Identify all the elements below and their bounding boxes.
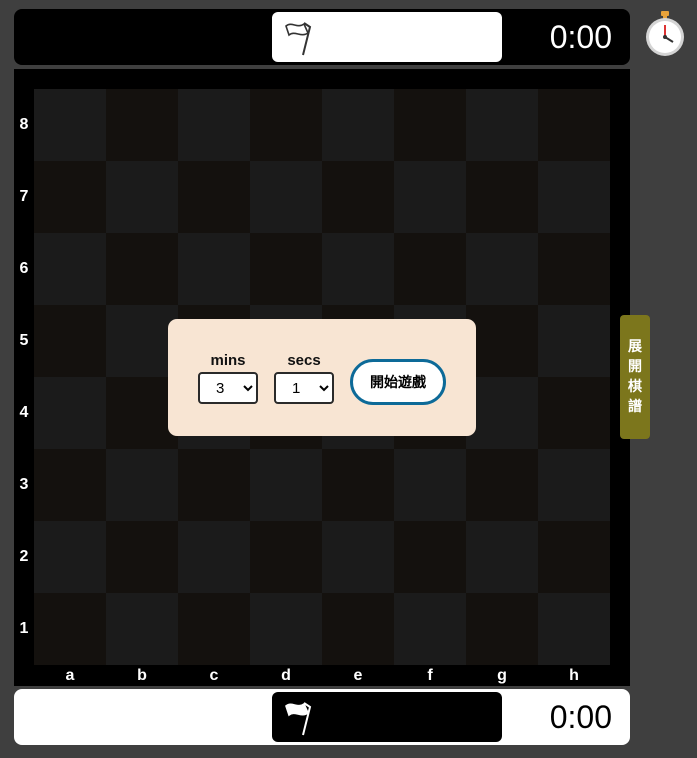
secs-label: secs xyxy=(287,352,321,369)
flag-icon[interactable] xyxy=(282,697,322,737)
board-square[interactable] xyxy=(538,521,610,593)
board-square[interactable] xyxy=(322,233,394,305)
board-square[interactable] xyxy=(538,305,610,377)
board-square[interactable] xyxy=(466,305,538,377)
mins-label: mins xyxy=(210,352,246,369)
mins-field: mins 3 xyxy=(198,353,258,404)
board-square[interactable] xyxy=(394,89,466,161)
board-square[interactable] xyxy=(538,449,610,521)
board-square[interactable] xyxy=(250,89,322,161)
board-square[interactable] xyxy=(178,449,250,521)
board-square[interactable] xyxy=(466,161,538,233)
bottom-clock: 0:00 xyxy=(549,699,612,735)
board-square[interactable] xyxy=(178,161,250,233)
board-square[interactable] xyxy=(466,89,538,161)
tab-char: 譜 xyxy=(628,399,642,415)
rank-label: 2 xyxy=(19,548,29,565)
board-square[interactable] xyxy=(178,521,250,593)
top-player-bar: 0:00 xyxy=(14,9,630,65)
start-game-button[interactable]: 開始遊戲 xyxy=(350,359,446,405)
board-square[interactable] xyxy=(322,89,394,161)
board-square[interactable] xyxy=(538,89,610,161)
board-square[interactable] xyxy=(322,521,394,593)
board-square[interactable] xyxy=(394,161,466,233)
file-label: b xyxy=(137,667,147,684)
board-square[interactable] xyxy=(106,449,178,521)
board-square[interactable] xyxy=(34,233,106,305)
expand-moves-tab[interactable]: 展 開 棋 譜 xyxy=(620,315,650,439)
board-square[interactable] xyxy=(106,593,178,665)
board-square[interactable] xyxy=(322,593,394,665)
board-square[interactable] xyxy=(394,593,466,665)
board-square[interactable] xyxy=(178,233,250,305)
board-square[interactable] xyxy=(538,377,610,449)
tab-char: 開 xyxy=(628,359,642,375)
board-square[interactable] xyxy=(466,233,538,305)
board-square[interactable] xyxy=(34,521,106,593)
board-square[interactable] xyxy=(394,233,466,305)
board-square[interactable] xyxy=(250,161,322,233)
board-square[interactable] xyxy=(538,233,610,305)
board-square[interactable] xyxy=(106,521,178,593)
tab-char: 棋 xyxy=(628,379,642,395)
board-square[interactable] xyxy=(250,521,322,593)
board-square[interactable] xyxy=(250,593,322,665)
board-square[interactable] xyxy=(466,521,538,593)
stopwatch-icon[interactable] xyxy=(642,9,688,59)
board-square[interactable] xyxy=(322,161,394,233)
top-clock: 0:00 xyxy=(549,19,612,55)
board-square[interactable] xyxy=(394,521,466,593)
board-square[interactable] xyxy=(322,449,394,521)
rank-label: 1 xyxy=(19,620,29,637)
board-square[interactable] xyxy=(250,233,322,305)
tab-char: 展 xyxy=(628,339,642,355)
file-label: c xyxy=(209,667,219,684)
file-label: f xyxy=(427,667,433,684)
rank-label: 5 xyxy=(19,332,29,349)
secs-select[interactable]: 1 xyxy=(274,372,334,404)
bottom-player-bar: 0:00 xyxy=(14,689,630,745)
flag-outline-icon[interactable] xyxy=(282,17,322,57)
board-square[interactable] xyxy=(466,377,538,449)
board-square[interactable] xyxy=(394,449,466,521)
board-square[interactable] xyxy=(34,89,106,161)
board-square[interactable] xyxy=(106,89,178,161)
rank-label: 6 xyxy=(19,260,29,277)
board-square[interactable] xyxy=(466,449,538,521)
start-game-dialog: mins 3 secs 1 開始遊戲 xyxy=(168,319,476,436)
file-label: g xyxy=(497,667,507,684)
board-square[interactable] xyxy=(178,89,250,161)
top-resign-area[interactable] xyxy=(272,12,502,62)
board-square[interactable] xyxy=(538,593,610,665)
file-label: d xyxy=(281,667,291,684)
mins-select[interactable]: 3 xyxy=(198,372,258,404)
file-label: a xyxy=(65,667,75,684)
board-square[interactable] xyxy=(178,593,250,665)
board-square[interactable] xyxy=(34,449,106,521)
file-label: e xyxy=(353,667,363,684)
rank-label: 7 xyxy=(19,188,29,205)
board-square[interactable] xyxy=(34,377,106,449)
board-square[interactable] xyxy=(538,161,610,233)
board-square[interactable] xyxy=(34,305,106,377)
bottom-resign-area[interactable] xyxy=(272,692,502,742)
board-square[interactable] xyxy=(106,233,178,305)
board-square[interactable] xyxy=(34,161,106,233)
board-square[interactable] xyxy=(466,593,538,665)
secs-field: secs 1 xyxy=(274,353,334,404)
board-square[interactable] xyxy=(34,593,106,665)
rank-label: 8 xyxy=(19,116,29,133)
rank-label: 3 xyxy=(19,476,29,493)
file-label: h xyxy=(569,667,579,684)
board-square[interactable] xyxy=(106,161,178,233)
rank-label: 4 xyxy=(19,404,29,421)
board-square[interactable] xyxy=(250,449,322,521)
